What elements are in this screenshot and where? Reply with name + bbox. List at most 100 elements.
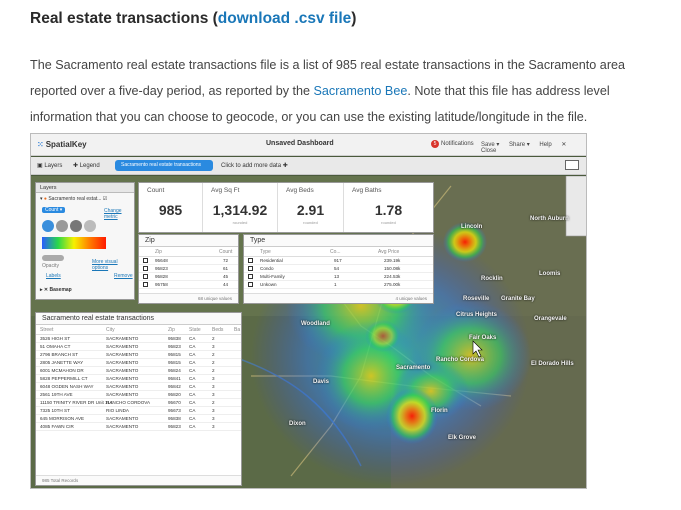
stat-label: Avg Sq Ft (211, 187, 240, 194)
table-cell: CA (189, 408, 196, 413)
zip-row[interactable]: 95823 61 (139, 265, 238, 273)
table-row[interactable]: 6001 MCMAHON DR SACRAMENTO 95824 CA 2 (36, 367, 241, 375)
legend-button[interactable]: ✚ Legend (73, 162, 100, 169)
opacity-label: Opacity (42, 263, 59, 269)
col-price[interactable]: Avg Price (378, 247, 399, 257)
table-cell: CA (189, 400, 196, 405)
table-cell: SACRAMENTO (106, 336, 139, 341)
table-cell: CA (189, 392, 196, 397)
dataset-tab[interactable]: Sacramento real estate transactions (115, 160, 213, 171)
stat-avg-baths: Avg Baths 1.78 rounded (344, 183, 433, 232)
col-count[interactable]: Co... (330, 247, 341, 257)
table-cell: 2796 BRANCH ST (40, 352, 79, 357)
zip-row[interactable]: 95758 44 (139, 281, 238, 289)
col-street[interactable]: Street (40, 325, 53, 335)
table-row[interactable]: 7325 10TH ST RIO LINDA 95673 CA 3 (36, 407, 241, 415)
table-row[interactable]: 2796 BRANCH ST SACRAMENTO 95815 CA 2 (36, 351, 241, 359)
labels-link[interactable]: Labels (46, 273, 61, 279)
table-cell: 3526 HIGH ST (40, 336, 71, 341)
map-label-north-auburn: North Auburn (530, 216, 569, 222)
table-row[interactable]: 645 MORRISON AVE SACRAMENTO 95838 CA 3 (36, 415, 241, 423)
sacramento-bee-link[interactable]: Sacramento Bee (314, 84, 408, 98)
color-ramp[interactable] (42, 237, 106, 249)
table-cell: 2 (212, 400, 215, 405)
stat-avg-sqft: Avg Sq Ft 1,314.92 rounded (203, 183, 278, 232)
col-type[interactable]: Type (260, 247, 271, 257)
table-cell: 3 (212, 424, 215, 429)
table-cell: SACRAMENTO (106, 392, 139, 397)
basemap-row[interactable]: ▸ ✕ Basemap (40, 287, 72, 293)
layers-button[interactable]: ▣ Layers (37, 162, 62, 169)
type-row[interactable]: Condo 54 150.08k (244, 265, 433, 273)
col-state[interactable]: State (189, 325, 201, 335)
table-row[interactable]: 2805 JANETTE WAY SACRAMENTO 95815 CA 2 (36, 359, 241, 367)
row-checkbox[interactable] (143, 258, 148, 263)
table-row[interactable]: 2561 19TH AVE SACRAMENTO 95820 CA 3 (36, 391, 241, 399)
share-menu[interactable]: Share ▾ (509, 142, 530, 148)
table-cell: CA (189, 360, 196, 365)
intro-paragraph: The Sacramento real estate transactions … (30, 52, 660, 130)
col-city[interactable]: City (106, 325, 115, 335)
table-cell: 6048 OGDEN NASH WAY (40, 384, 94, 389)
col-zip[interactable]: Zip (155, 247, 162, 257)
row-checkbox[interactable] (248, 274, 253, 279)
col-count[interactable]: Count (219, 247, 232, 257)
stat-sub: rounded (232, 220, 248, 225)
table-row[interactable]: 4085 FAWN CIR SACRAMENTO 95823 CA 3 (36, 423, 241, 431)
add-data-button[interactable]: Click to add more data ✚ (221, 162, 288, 169)
stat-value: 985 (158, 202, 183, 218)
table-cell: 95824 (168, 368, 181, 373)
basemap-icon: ✕ (43, 287, 49, 293)
layer-row[interactable]: ▾ ● Sacramento real estat... ☑ (40, 196, 107, 202)
type-row[interactable]: Multi-Family 13 224.53k (244, 273, 433, 281)
zip-row[interactable]: 95648 72 (139, 257, 238, 265)
notifications-button[interactable]: 5 Notifications (431, 140, 474, 148)
table-row[interactable]: 6048 OGDEN NASH WAY SACRAMENTO 95842 CA 3 (36, 383, 241, 391)
table-row[interactable]: 11150 TRINITY RIVER DR Unit 114 RANCHO CO… (36, 399, 241, 407)
table-cell: 95838 (168, 336, 181, 341)
type-panel-title: Type (244, 235, 433, 247)
row-checkbox[interactable] (248, 282, 253, 287)
col-beds[interactable]: Beds (212, 325, 223, 335)
table-row[interactable]: 5828 PEPPERMILL CT SACRAMENTO 95841 CA 3 (36, 375, 241, 383)
row-checkbox[interactable] (143, 274, 148, 279)
row-checkbox[interactable] (143, 266, 148, 271)
table-cell: CA (189, 344, 196, 349)
table-cell: 2 (212, 352, 215, 357)
zip-columns: Zip Count (139, 247, 238, 257)
table-cell: 95820 (168, 392, 181, 397)
table-cell: 2 (212, 336, 215, 341)
row-checkbox[interactable] (248, 258, 253, 263)
row-checkbox[interactable] (248, 266, 253, 271)
row-checkbox[interactable] (143, 282, 148, 287)
zip-row[interactable]: 95828 45 (139, 273, 238, 281)
table-cell: RANCHO CORDOVA (106, 400, 151, 405)
style-button-4[interactable] (84, 220, 96, 232)
map-label-rocklin: Rocklin (481, 276, 503, 282)
table-cell: 3 (212, 408, 215, 413)
remove-link[interactable]: Remove (114, 273, 133, 279)
map-zoom-control (565, 176, 586, 237)
table-cell: 7325 10TH ST (40, 408, 70, 413)
opacity-slider[interactable] (42, 255, 64, 261)
top-menu: Save ▾ Share ▾ Help ✕ Close (481, 141, 586, 154)
style-button-2[interactable] (56, 220, 68, 232)
table-cell: 95823 (168, 344, 181, 349)
col-baths[interactable]: Ba (234, 325, 240, 335)
style-button-1[interactable] (42, 220, 54, 232)
table-cell: SACRAMENTO (106, 352, 139, 357)
download-csv-link[interactable]: download .csv file (218, 10, 352, 27)
records-footer: 985 Total Records (36, 475, 241, 485)
type-row[interactable]: Residential 917 239.19k (244, 257, 433, 265)
fire-icon: ● (43, 196, 47, 202)
metric-dropdown[interactable]: Count ▾ (42, 207, 66, 213)
help-link[interactable]: Help (539, 142, 551, 148)
type-row[interactable]: Unkown 1 275.00k (244, 281, 433, 289)
col-zip[interactable]: Zip (168, 325, 175, 335)
style-button-3[interactable] (70, 220, 82, 232)
change-metric-link[interactable]: Change metric (104, 208, 134, 220)
table-row[interactable]: 3526 HIGH ST SACRAMENTO 95838 CA 2 (36, 335, 241, 343)
layout-toggle-icon[interactable] (565, 160, 579, 170)
more-visual-options-link[interactable]: More visual options (92, 259, 134, 271)
table-row[interactable]: 51 OMAHA CT SACRAMENTO 95823 CA 3 (36, 343, 241, 351)
